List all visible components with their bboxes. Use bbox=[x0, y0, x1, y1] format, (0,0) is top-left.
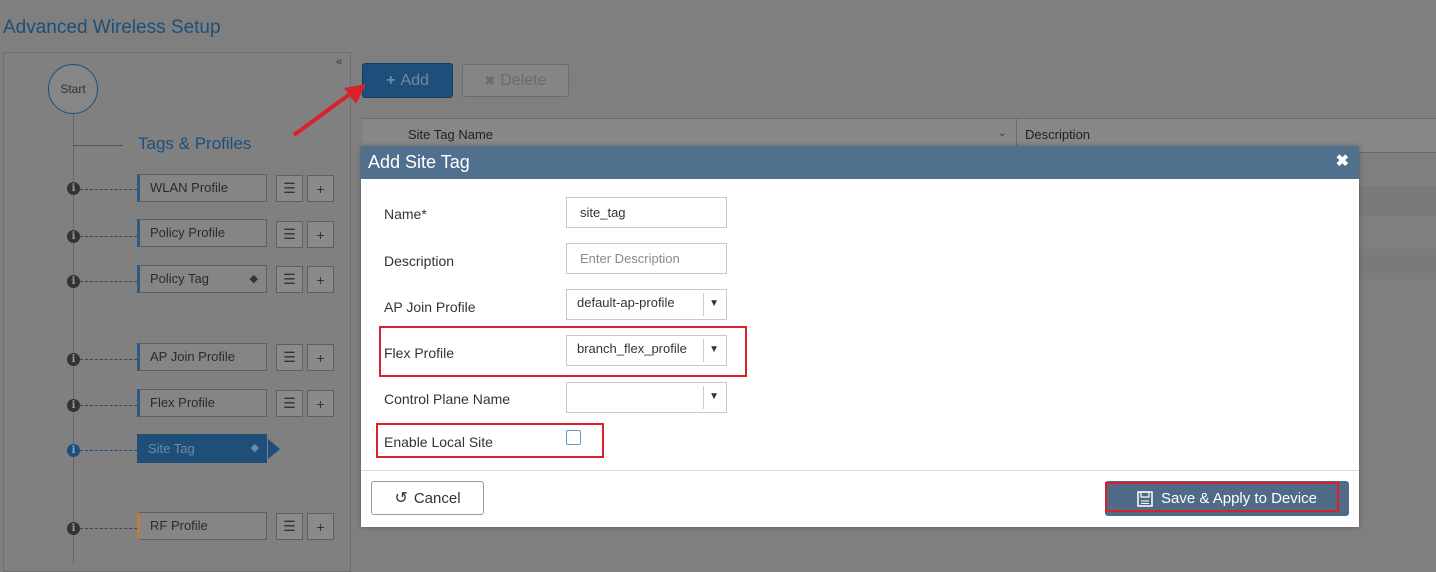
list-icon[interactable]: ☰ bbox=[276, 221, 303, 248]
info-icon[interactable]: i bbox=[67, 522, 80, 535]
wizard-item-site-tag[interactable]: Site Tag ◆ bbox=[137, 434, 267, 463]
plus-icon[interactable]: + bbox=[307, 266, 334, 293]
ap-join-profile-label: AP Join Profile bbox=[384, 299, 476, 315]
name-input[interactable]: site_tag bbox=[566, 197, 727, 228]
plus-icon[interactable]: + bbox=[307, 344, 334, 371]
wizard-item-label: Site Tag bbox=[148, 441, 195, 456]
ap-join-profile-value: default-ap-profile bbox=[577, 295, 675, 310]
wizard-item-label: Policy Profile bbox=[150, 225, 226, 240]
close-icon: ✖ bbox=[484, 72, 496, 88]
cancel-button-label: Cancel bbox=[413, 489, 461, 507]
plus-icon[interactable]: + bbox=[307, 513, 334, 540]
start-node: Start bbox=[48, 64, 98, 114]
connector bbox=[80, 281, 142, 282]
wizard-item-label: AP Join Profile bbox=[150, 349, 236, 364]
dialog-header: Add Site Tag ✖ bbox=[361, 146, 1359, 179]
info-icon[interactable]: i bbox=[67, 275, 80, 288]
active-pointer bbox=[268, 439, 280, 459]
connector bbox=[80, 450, 142, 451]
list-icon[interactable]: ☰ bbox=[276, 266, 303, 293]
connector bbox=[80, 405, 142, 406]
wizard-item-label: Flex Profile bbox=[150, 395, 216, 410]
wizard-item-ap-join-profile[interactable]: AP Join Profile bbox=[137, 343, 267, 371]
description-label: Description bbox=[384, 253, 455, 269]
wizard-item-label: WLAN Profile bbox=[150, 180, 229, 195]
info-icon[interactable]: i bbox=[67, 230, 80, 243]
wizard-item-flex-profile[interactable]: Flex Profile bbox=[137, 389, 267, 417]
table-row bbox=[1358, 186, 1436, 216]
add-site-tag-dialog: Add Site Tag ✖ Name* site_tag Descriptio… bbox=[361, 146, 1359, 527]
control-plane-name-label: Control Plane Name bbox=[384, 391, 511, 407]
connector bbox=[80, 528, 142, 529]
section-title: Tags & Profiles bbox=[138, 134, 252, 153]
list-icon[interactable]: ☰ bbox=[276, 513, 303, 540]
table-row bbox=[1358, 249, 1436, 279]
wizard-item-rf-profile[interactable]: RF Profile bbox=[137, 512, 267, 540]
wizard-item-policy-tag[interactable]: Policy Tag ◆ bbox=[137, 265, 267, 293]
info-icon[interactable]: i bbox=[67, 444, 80, 457]
annotation-arrow bbox=[292, 84, 366, 137]
tag-icon: ◆ bbox=[250, 442, 259, 454]
dialog-title: Add Site Tag bbox=[368, 152, 470, 172]
list-icon[interactable]: ☰ bbox=[276, 344, 303, 371]
info-icon[interactable]: i bbox=[67, 182, 80, 195]
info-icon[interactable]: i bbox=[67, 399, 80, 412]
select-divider bbox=[703, 386, 704, 409]
name-label: Name* bbox=[384, 206, 427, 222]
wizard-item-label: Policy Tag bbox=[150, 271, 210, 286]
connector bbox=[80, 189, 142, 190]
plus-icon[interactable]: + bbox=[307, 221, 334, 248]
enable-local-site-label: Enable Local Site bbox=[384, 434, 493, 450]
control-plane-name-select[interactable]: ▼ bbox=[566, 382, 727, 413]
enable-local-site-checkbox[interactable] bbox=[566, 430, 581, 445]
wizard-item-wlan-profile[interactable]: WLAN Profile bbox=[137, 174, 267, 202]
select-divider bbox=[703, 293, 704, 316]
add-button-label: Add bbox=[400, 71, 429, 89]
flex-profile-value: branch_flex_profile bbox=[577, 341, 687, 356]
info-icon[interactable]: i bbox=[67, 353, 80, 366]
description-input[interactable]: Enter Description bbox=[566, 243, 727, 274]
plus-icon[interactable]: + bbox=[307, 175, 334, 202]
caret-down-icon: ▼ bbox=[709, 344, 719, 355]
delete-button-label: Delete bbox=[500, 71, 547, 89]
plus-icon: + bbox=[386, 71, 396, 89]
close-icon[interactable]: ✖ bbox=[1336, 151, 1349, 171]
plus-icon[interactable]: + bbox=[307, 390, 334, 417]
page-title: Advanced Wireless Setup bbox=[3, 17, 221, 38]
highlight-box bbox=[1105, 482, 1339, 512]
delete-button[interactable]: ✖ Delete bbox=[462, 64, 569, 97]
flex-profile-label: Flex Profile bbox=[384, 345, 455, 361]
list-icon[interactable]: ☰ bbox=[276, 175, 303, 202]
cancel-button[interactable]: ↺ Cancel bbox=[371, 481, 484, 515]
caret-down-icon: ▼ bbox=[709, 298, 719, 309]
wizard-item-label: RF Profile bbox=[150, 518, 208, 533]
add-button[interactable]: + Add bbox=[362, 63, 453, 98]
chevron-down-icon[interactable]: ⌄ bbox=[998, 128, 1006, 139]
timeline-branch bbox=[73, 145, 123, 146]
connector bbox=[80, 236, 142, 237]
select-divider bbox=[703, 339, 704, 362]
ap-join-profile-select[interactable]: default-ap-profile ▼ bbox=[566, 289, 727, 320]
caret-down-icon: ▼ bbox=[709, 391, 719, 402]
flex-profile-select[interactable]: branch_flex_profile ▼ bbox=[566, 335, 727, 366]
collapse-icon[interactable]: « bbox=[336, 56, 342, 68]
tag-icon: ◆ bbox=[249, 273, 258, 285]
list-icon[interactable]: ☰ bbox=[276, 390, 303, 417]
wizard-item-policy-profile[interactable]: Policy Profile bbox=[137, 219, 267, 247]
undo-icon: ↺ bbox=[394, 490, 408, 507]
dialog-footer-divider bbox=[361, 470, 1359, 471]
connector bbox=[80, 359, 142, 360]
